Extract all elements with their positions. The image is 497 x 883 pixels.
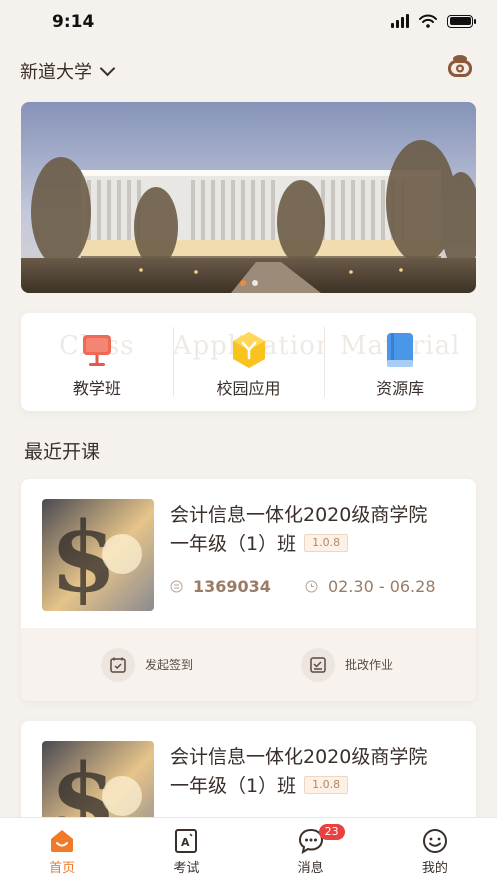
battery-icon (447, 14, 476, 28)
grade-homework-label: 批改作业 (345, 658, 394, 672)
tab-messages[interactable]: 23 消息 (249, 818, 373, 883)
course-title-line2: 一年级（1）班 (170, 775, 297, 797)
wifi-icon (419, 14, 437, 28)
course-title-line1: 会计信息一体化2020级商学院 (170, 746, 428, 768)
svg-text:A: A (181, 836, 190, 849)
carousel-dot[interactable] (239, 280, 246, 286)
course-period: 02.30 - 06.28 (327, 577, 436, 596)
course-thumbnail: $ (42, 499, 154, 611)
quick-entries: Class 教学班 Application 校园应用 Material 资源库 (21, 313, 476, 411)
course-code: 1369034 (193, 577, 271, 596)
tab-label: 首页 (49, 861, 76, 876)
carousel-dot[interactable] (251, 280, 258, 286)
course-code-icon (170, 580, 183, 593)
unread-badge: 23 (318, 824, 345, 840)
cellular-signal-icon (391, 14, 409, 28)
course-title-line2: 一年级（1）班 (170, 533, 297, 555)
tab-label: 我的 (421, 861, 448, 876)
course-actions: 发起签到 批改作业 (21, 628, 476, 701)
version-badge: 1.0.8 (304, 776, 349, 794)
chevron-down-icon (99, 60, 116, 76)
section-title: 最近开课 (24, 441, 101, 463)
presentation-board-icon (82, 335, 111, 366)
grade-homework-button[interactable]: 批改作业 (301, 647, 394, 682)
header: 新道大学 (20, 55, 477, 88)
course-title-line1: 会计信息一体化2020级商学院 (170, 504, 428, 526)
check-in-button[interactable]: 发起签到 (101, 647, 194, 682)
calendar-check-icon (110, 657, 126, 673)
banner-carousel[interactable] (21, 102, 476, 293)
tab-exam[interactable]: A 考试 (124, 818, 248, 883)
quick-entry-class[interactable]: Class 教学班 (21, 313, 173, 411)
school-name: 新道大学 (20, 62, 92, 83)
carousel-indicator (239, 280, 258, 286)
version-badge: 1.0.8 (304, 534, 349, 552)
hexagon-app-icon (232, 332, 265, 368)
exam-icon: A (175, 829, 198, 853)
book-icon (387, 333, 414, 367)
tab-bar: 首页 A 考试 23 消息 我的 (0, 817, 497, 883)
home-icon (51, 830, 74, 852)
smile-profile-icon (422, 829, 447, 853)
quick-entry-label: 校园应用 (216, 379, 281, 398)
status-time: 9:14 (52, 12, 95, 32)
tab-label: 考试 (173, 861, 200, 876)
school-switcher[interactable]: 新道大学 (20, 58, 477, 84)
checklist-icon (310, 656, 326, 673)
quick-entry-label: 教学班 (72, 379, 121, 398)
quick-entry-material[interactable]: Material 资源库 (324, 313, 476, 411)
tab-home[interactable]: 首页 (0, 818, 124, 883)
clock-icon (305, 580, 318, 593)
quick-entry-label: 资源库 (376, 379, 425, 398)
campus-building-image (21, 102, 476, 293)
course-card[interactable]: $ 会计信息一体化2020级商学院 一年级（1）班 1.0.8 1369034 0… (21, 479, 476, 701)
quick-entry-application[interactable]: Application 校园应用 (172, 313, 324, 411)
robot-icon[interactable] (445, 52, 475, 82)
tab-profile[interactable]: 我的 (373, 818, 497, 883)
tab-label: 消息 (297, 861, 324, 876)
check-in-label: 发起签到 (145, 658, 194, 672)
status-bar: 9:14 (0, 0, 497, 46)
